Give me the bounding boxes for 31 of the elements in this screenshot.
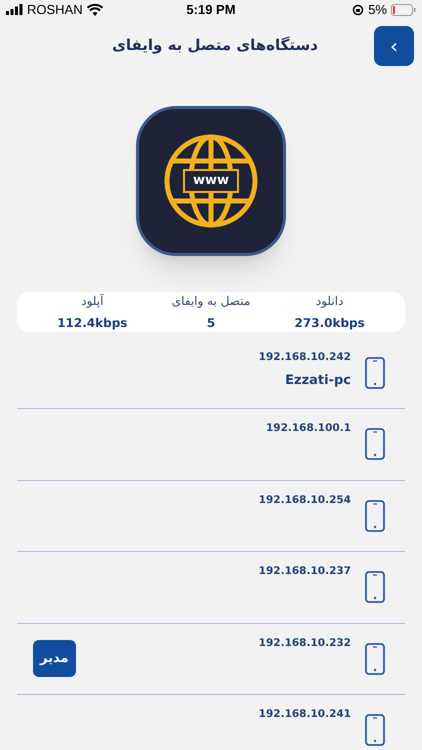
wifi-icon: [86, 4, 103, 16]
stat-label: دانلود: [316, 292, 344, 310]
ip-address: 192.168.10.254: [258, 492, 351, 508]
stat-label: آپلود: [81, 292, 104, 310]
page-title: دستگاه‌های متصل به وایفای: [111, 35, 319, 56]
stat-value: 5: [206, 314, 216, 332]
phone-icon: [365, 356, 385, 389]
stat-label: متصل به وایفای: [172, 292, 250, 310]
battery-percent: 5%: [368, 1, 387, 19]
phone-icon: [365, 714, 385, 746]
phone-icon: [365, 642, 385, 675]
ip-address: 192.168.10.232: [258, 636, 351, 650]
ip-address: 192.168.10.237: [258, 564, 351, 579]
carrier-name: ROSHAN: [27, 1, 83, 19]
ip-address: 192.168.10.242: [258, 350, 351, 364]
stat-value: 273.0kbps: [294, 314, 365, 332]
globe-icon: [163, 132, 259, 228]
device-name: Ezzati-pc: [285, 372, 351, 390]
rotation-lock-icon: [352, 4, 364, 16]
phone-icon: [365, 571, 385, 604]
ip-address: 192.168.10.241: [258, 707, 351, 722]
back-button[interactable]: ›: [374, 26, 414, 66]
phone-icon: [365, 428, 385, 460]
www-label: www: [182, 168, 240, 192]
stat-value: 112.4kbps: [57, 314, 128, 332]
admin-badge[interactable]: مدیر: [33, 640, 76, 678]
status-time: 5:19 PM: [186, 1, 236, 19]
signal-icon: [6, 4, 23, 16]
ip-address: 192.168.100.1: [266, 421, 351, 436]
phone-icon: [365, 500, 385, 532]
battery-icon: [390, 4, 416, 16]
